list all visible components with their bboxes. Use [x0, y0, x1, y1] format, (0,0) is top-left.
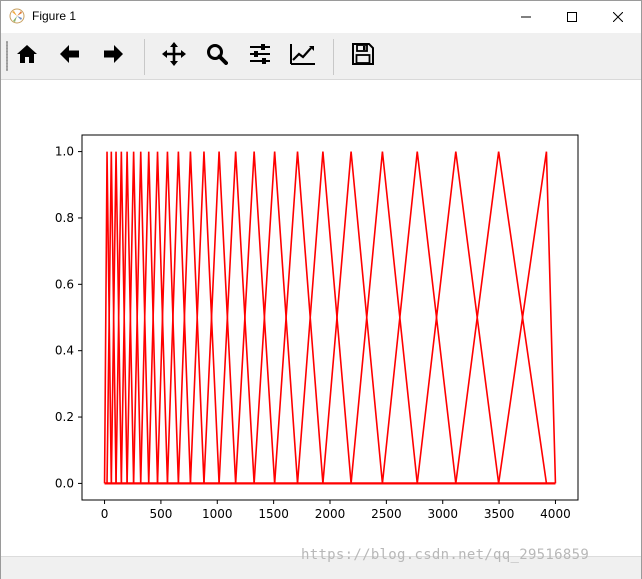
- x-tick-label: 4000: [540, 507, 571, 521]
- x-tick-label: 0: [101, 507, 109, 521]
- chart: 0 500 1000 1500 2000 2500 3000 3500 4000 0.0 0.2 0.…: [55, 134, 579, 521]
- back-icon: [59, 44, 81, 68]
- pan-icon: [162, 42, 186, 70]
- y-tick-label: 0.0: [55, 476, 74, 490]
- home-icon: [16, 44, 38, 68]
- configure-subplots-icon: [249, 43, 271, 69]
- forward-icon: [102, 44, 124, 68]
- zoom-button[interactable]: [201, 39, 233, 73]
- navigation-toolbar: [1, 33, 641, 80]
- close-icon: [613, 11, 623, 22]
- window-title: Figure 1: [32, 9, 77, 23]
- x-tick-label: 2500: [371, 507, 402, 521]
- y-tick-label: 1.0: [55, 145, 74, 159]
- zoom-icon: [206, 43, 228, 69]
- x-tick-label: 500: [149, 507, 172, 521]
- matplotlib-app-icon: [9, 8, 25, 24]
- x-tick-label: 2000: [315, 507, 346, 521]
- watermark-text: https://blog.csdn.net/qq_29516859: [301, 547, 590, 563]
- save-button[interactable]: [347, 39, 379, 73]
- y-tick-label: 0.6: [55, 277, 74, 291]
- back-button[interactable]: [54, 39, 86, 73]
- forward-button[interactable]: [97, 39, 129, 73]
- x-tick-label: 3000: [427, 507, 458, 521]
- toolbar-separator: [144, 39, 145, 75]
- configure-subplots-button[interactable]: [244, 39, 276, 73]
- figure-canvas[interactable]: 0 500 1000 1500 2000 2500 3000 3500 4000 0.0 0.2 0.…: [1, 80, 641, 554]
- figure-window: Figure 1 0 500 1000 1500 2000 2500 3000 …: [0, 0, 642, 579]
- toolbar-separator: [333, 39, 334, 75]
- x-tick-label: 3500: [484, 507, 515, 521]
- y-tick-label: 0.4: [55, 344, 74, 358]
- close-button[interactable]: [595, 1, 641, 32]
- save-icon: [352, 43, 374, 69]
- edit-axes-button[interactable]: [287, 39, 319, 73]
- x-tick-label: 1000: [202, 507, 233, 521]
- y-tick-label: 0.8: [55, 211, 74, 225]
- minimize-button[interactable]: [503, 1, 549, 32]
- maximize-button[interactable]: [549, 1, 595, 32]
- home-button[interactable]: [11, 39, 43, 73]
- pan-button[interactable]: [158, 39, 190, 73]
- x-tick-label: 1500: [258, 507, 289, 521]
- maximize-icon: [567, 11, 577, 22]
- edit-axes-icon: [290, 43, 316, 69]
- minimize-icon: [521, 12, 531, 22]
- toolbar-grip[interactable]: [6, 41, 8, 71]
- title-bar[interactable]: Figure 1: [1, 1, 641, 32]
- y-tick-label: 0.2: [55, 410, 74, 424]
